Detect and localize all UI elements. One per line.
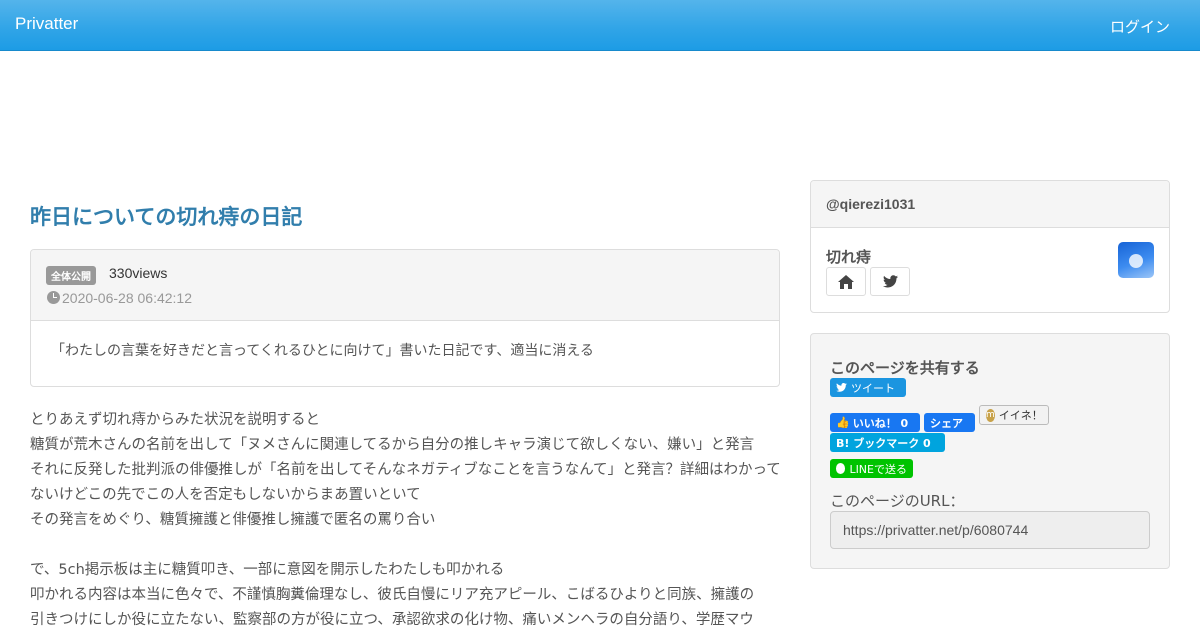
body-line: 叩かれる内容は本当に色々で、不謹慎胸糞倫理なし、彼氏自慢にリア充アピール、こばる… (30, 587, 755, 603)
twitter-icon (836, 383, 847, 392)
body-line: それに反発した批判派の俳優推しが「名前を出してそんなネガティブなことを言うなんて… (30, 462, 781, 503)
post-info-panel: 全体公開 330views 2020-06-28 06:42:12 「わたしの言… (30, 249, 780, 387)
view-count: 330views (109, 265, 168, 281)
mixi-icon: m (986, 408, 995, 422)
avatar (1118, 242, 1154, 278)
login-link[interactable]: ログイン (1110, 16, 1170, 37)
page-url-input[interactable] (830, 511, 1150, 549)
body-line: その発言をめぐり、糖質擁護と俳優推し擁護で匿名の罵り合い (30, 512, 436, 528)
user-panel: @qierezi1031 切れ痔 (810, 180, 1170, 313)
brand-link[interactable]: Privatter (15, 14, 78, 34)
mixi-check-button[interactable]: m イイネ！ (979, 405, 1049, 425)
page-title: 昨日についての切れ痔の日記 (30, 205, 303, 229)
body-line: で、5ch掲示板は主に糖質叩き、一部に意図を開示したわたしも叩かれる (30, 562, 505, 578)
user-display-name: 切れ痔 (826, 248, 872, 266)
share-title: このページを共有する (830, 359, 980, 377)
hatena-bookmark-button[interactable]: B! ブックマーク 0 (830, 433, 945, 452)
body-blank-line (30, 533, 782, 558)
thumbs-up-icon: 👍 (836, 416, 850, 429)
navbar: Privatter ログイン (0, 0, 1200, 51)
body-line: とりあえず切れ痔からみた状況を説明すると (30, 412, 320, 428)
line-icon (836, 463, 846, 474)
user-handle[interactable]: @qierezi1031 (826, 196, 915, 212)
tweet-button[interactable]: ツイート (830, 378, 906, 397)
facebook-share-button[interactable]: シェア (924, 413, 975, 432)
post-body: とりあえず切れ痔からみた状況を説明すると 糖質が荒木さんの名前を出して「ヌメさん… (30, 408, 782, 630)
tweet-label: ツイート (851, 381, 895, 395)
url-label: このページのURL： (830, 492, 965, 510)
body-line: 引きつけにしか役に立たない、監察部の方が役に立つ、承認欲求の化け物、痛いメンヘラ… (30, 612, 754, 628)
body-line: 糖質が荒木さんの名前を出して「ヌメさんに関連してるから自分の推しキャラ演じて欲し… (30, 437, 755, 453)
visibility-badge: 全体公開 (46, 266, 96, 285)
user-panel-header: @qierezi1031 (811, 181, 1169, 228)
share-panel: このページを共有する ツイート 👍 いいね！ 0 シェア m イイネ！ B! ブ… (810, 333, 1170, 569)
post-summary: 「わたしの言葉を好きだと言ってくれるひとに向けて」書いた日記です、適当に消える (51, 343, 594, 359)
mixi-label: イイネ！ (998, 409, 1043, 422)
twitter-button[interactable] (870, 267, 910, 296)
facebook-like-button[interactable]: 👍 いいね！ 0 (830, 413, 920, 432)
facebook-like-label: いいね！ 0 (852, 416, 909, 430)
post-date: 2020-06-28 06:42:12 (62, 290, 192, 306)
line-label: LINEで送る (849, 462, 907, 476)
line-send-button[interactable]: LINEで送る (830, 459, 913, 478)
clock-icon (47, 291, 60, 304)
post-info-header: 全体公開 330views 2020-06-28 06:42:12 (31, 250, 779, 321)
home-icon (838, 274, 854, 289)
home-button[interactable] (826, 267, 866, 296)
twitter-icon (882, 275, 898, 288)
